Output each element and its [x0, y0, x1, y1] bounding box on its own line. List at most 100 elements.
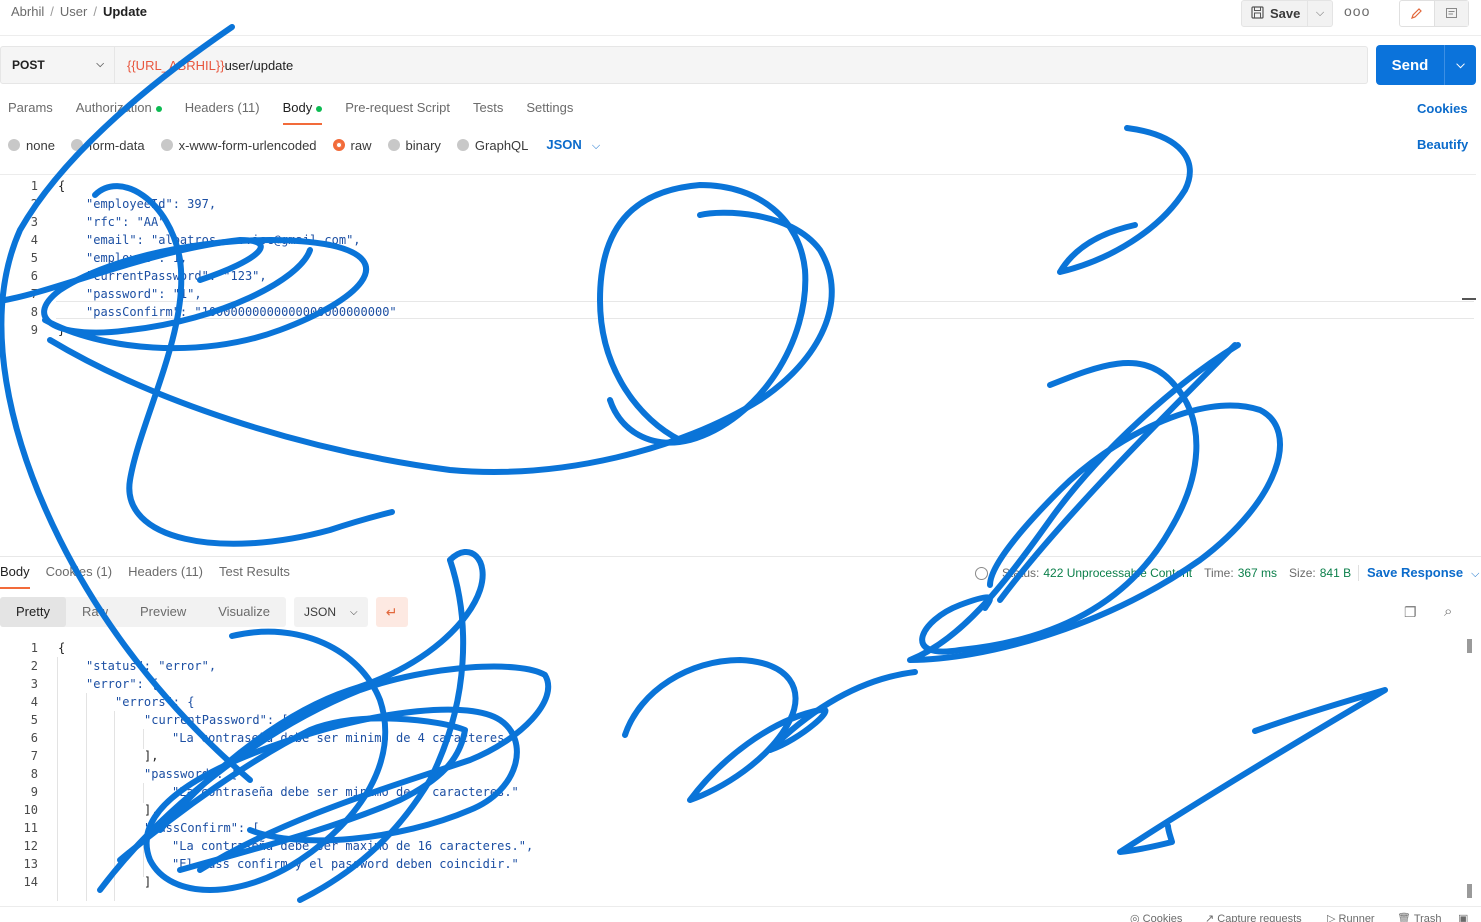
- language-label: JSON: [546, 137, 582, 152]
- save-button[interactable]: Save: [1241, 0, 1308, 27]
- breadcrumb-current[interactable]: Update: [103, 4, 147, 19]
- chevron-down-icon: ⌵: [350, 606, 358, 618]
- footer-cookies[interactable]: ◎ Cookies: [1130, 912, 1182, 922]
- line-number: 3: [30, 677, 38, 691]
- tab-headers[interactable]: Headers (11): [185, 100, 260, 125]
- view-preview[interactable]: Preview: [124, 597, 202, 627]
- tab-body[interactable]: Body: [282, 100, 323, 125]
- status-bar: ◎ Cookies ↗ Capture requests ▷ Runner 🗑 …: [0, 906, 1481, 922]
- body-language-select[interactable]: JSON ⌵: [546, 137, 600, 153]
- code-text: }: [58, 323, 66, 337]
- indent-guide: [57, 657, 58, 901]
- documentation-icon[interactable]: [1434, 1, 1468, 26]
- radio-graphql[interactable]: GraphQL: [456, 138, 528, 153]
- code-text: "email": "albatros.....isc@gmail.com",: [86, 233, 361, 247]
- code-text: "currentPassword": [: [144, 713, 289, 727]
- tab-label: Authorization: [75, 100, 152, 115]
- view-visualize[interactable]: Visualize: [202, 597, 286, 627]
- chevron-down-icon: ⌵: [96, 59, 104, 70]
- cookies-link[interactable]: Cookies: [1417, 101, 1468, 116]
- chevron-down-icon: ⌵: [1471, 568, 1480, 580]
- line-number: 2: [30, 659, 38, 673]
- tab-response-headers[interactable]: Headers (11): [128, 564, 203, 589]
- status-dot: [316, 105, 323, 112]
- tab-response-body[interactable]: Body: [0, 564, 30, 589]
- method-value: POST: [12, 58, 45, 72]
- save-response-button[interactable]: Save Response ⌵: [1358, 565, 1479, 581]
- method-select[interactable]: POST ⌵: [0, 46, 115, 84]
- scrollbar-up[interactable]: [1467, 639, 1472, 653]
- radio-raw[interactable]: raw: [332, 138, 372, 153]
- save-options-button[interactable]: ⌵: [1308, 0, 1333, 27]
- code-text: "La contraseña debe ser maximo de 16 car…: [172, 839, 534, 853]
- format-label: JSON: [304, 605, 337, 619]
- footer-trash[interactable]: 🗑 Trash: [1397, 912, 1442, 922]
- send-button[interactable]: Send ⌵: [1376, 45, 1476, 85]
- line-number: 2: [30, 197, 38, 211]
- search-icon[interactable]: ⌕: [1444, 603, 1452, 620]
- view-pretty[interactable]: Pretty: [0, 597, 66, 627]
- pencil-icon[interactable]: [1400, 1, 1435, 26]
- tab-params[interactable]: Params: [8, 100, 53, 125]
- footer-runner[interactable]: ▷ Runner: [1327, 912, 1375, 922]
- tab-authorization[interactable]: Authorization: [76, 100, 162, 125]
- line-number: 5: [30, 713, 38, 727]
- radio-circle: [332, 139, 345, 151]
- radio-none[interactable]: none: [8, 138, 55, 153]
- radio-form-data[interactable]: form-data: [70, 138, 145, 153]
- status-badge[interactable]: Status: 422 Unprocessable Content: [1002, 566, 1192, 580]
- tab-test-results[interactable]: Test Results: [219, 564, 290, 589]
- radio-x-www-form-urlencoded[interactable]: x-www-form-urlencoded: [160, 138, 317, 153]
- footer-label: Runner: [1338, 913, 1375, 922]
- radio-circle: [70, 139, 83, 151]
- radio-label: none: [26, 137, 55, 153]
- more-options-button[interactable]: ooo: [1344, 3, 1370, 23]
- line-number: 7: [30, 287, 38, 301]
- radio-binary[interactable]: binary: [387, 138, 441, 153]
- code-text: "errors": {: [115, 695, 195, 709]
- code-text: "El pass confirm y el password deben coi…: [172, 857, 519, 871]
- globe-icon[interactable]: [975, 566, 988, 580]
- indent-guide: [143, 729, 144, 749]
- send-options-chevron-icon[interactable]: ⌵: [1444, 45, 1476, 85]
- copy-icon[interactable]: ❐: [1404, 604, 1417, 621]
- url-input[interactable]: {{URL_ABRHIL}} user/update: [115, 46, 1368, 84]
- line-number: 8: [30, 305, 38, 319]
- tab-tests[interactable]: Tests: [473, 100, 503, 125]
- layout-icon[interactable]: ▣: [1458, 912, 1468, 922]
- scrollbar-down[interactable]: [1467, 884, 1472, 898]
- panel-divider[interactable]: [0, 556, 1481, 557]
- url-path: user/update: [224, 57, 294, 73]
- response-view-selector: Pretty Raw Preview Visualize: [0, 597, 287, 627]
- line-number: 7: [30, 749, 38, 763]
- time-badge[interactable]: Time: 367 ms: [1204, 566, 1277, 580]
- tab-response-cookies[interactable]: Cookies (1): [46, 564, 112, 589]
- line-number: 6: [30, 269, 38, 283]
- size-badge[interactable]: Size: 841 B: [1289, 566, 1351, 580]
- wrap-lines-button[interactable]: ↵: [375, 597, 408, 627]
- breadcrumb-item-user[interactable]: User: [60, 4, 87, 19]
- code-text: {: [58, 641, 66, 655]
- response-format-select[interactable]: JSON ⌵: [294, 597, 368, 627]
- beautify-button[interactable]: Beautify: [1417, 137, 1468, 152]
- tab-pre-request-script[interactable]: Pre-request Script: [345, 100, 450, 125]
- status-value: 422 Unprocessable Content: [1043, 566, 1193, 580]
- request-body-editor[interactable]: 1 { 2 "employeeId": 397, 3 "rfc": "AA", 4 "e…: [0, 174, 1476, 550]
- line-number: 6: [30, 731, 38, 745]
- breadcrumb: Abrhil / User / Update: [11, 4, 147, 19]
- footer-capture-requests[interactable]: ↗ Capture requests: [1205, 912, 1302, 922]
- line-number: 1: [30, 641, 38, 655]
- line-number: 5: [30, 251, 38, 265]
- code-text: "La contraseña debe ser minimo de 4 cara…: [172, 731, 519, 745]
- response-body-viewer[interactable]: 1 { 2 "status": "error", 3 "error": { 4 "err…: [0, 639, 1476, 901]
- code-text: ]: [144, 875, 152, 889]
- line-number: 14: [23, 875, 38, 889]
- breadcrumb-item-abrhil[interactable]: Abrhil: [11, 4, 44, 19]
- code-text: {: [58, 179, 66, 193]
- line-number: 13: [23, 857, 38, 871]
- view-raw[interactable]: Raw: [66, 597, 124, 627]
- response-meta: Status: 422 Unprocessable Content Time: 36…: [975, 566, 1363, 580]
- tab-settings[interactable]: Settings: [526, 100, 573, 125]
- indent-guide: [143, 837, 144, 877]
- editor-scroll-marker: [1462, 298, 1476, 300]
